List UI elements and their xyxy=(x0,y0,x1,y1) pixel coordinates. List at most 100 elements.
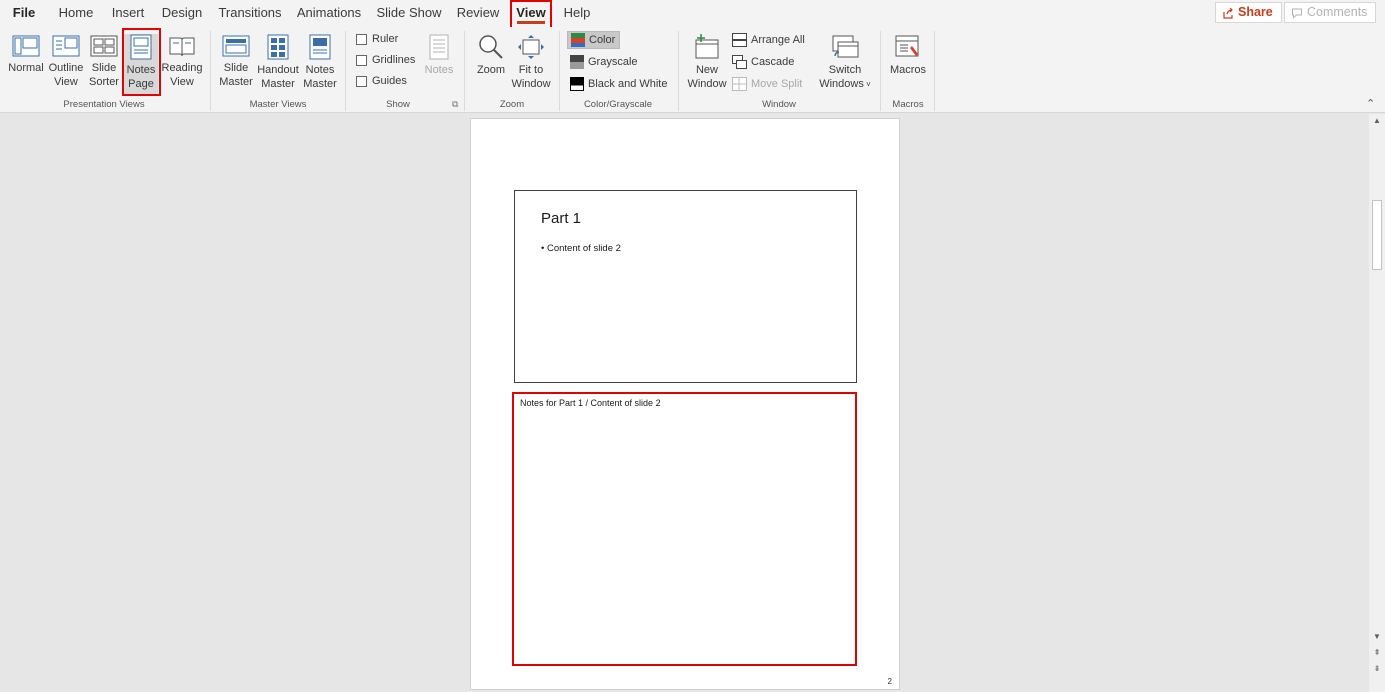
notes-page: Part 1 • Content of slide 2 Notes for Pa… xyxy=(470,118,900,690)
share-button[interactable]: Share xyxy=(1215,2,1282,23)
vertical-scrollbar[interactable]: ▲ ▼ ⇞ ⇟ xyxy=(1369,114,1385,692)
guides-checkbox[interactable]: Guides xyxy=(356,73,407,89)
previous-slide-icon[interactable]: ⇞ xyxy=(1369,646,1385,660)
tab-slide-show[interactable]: Slide Show xyxy=(372,0,446,27)
editing-canvas: Part 1 • Content of slide 2 Notes for Pa… xyxy=(0,114,1369,692)
notes-page-label-2: Page xyxy=(128,78,154,90)
switch-windows-label-2: Windows ˅ xyxy=(816,77,874,92)
cascade-button[interactable]: Cascade xyxy=(729,53,797,71)
switch-windows-icon xyxy=(832,35,859,58)
notes-master-button[interactable]: Notes Master xyxy=(300,34,340,91)
macros-icon xyxy=(895,35,919,57)
arrange-all-button[interactable]: Arrange All xyxy=(729,31,808,49)
handout-master-button[interactable]: Handout Master xyxy=(256,34,300,91)
ruler-label: Ruler xyxy=(372,33,399,45)
notes-toggle-button[interactable]: Notes xyxy=(420,34,458,77)
reading-view-button[interactable]: Reading View xyxy=(160,34,204,89)
notes-master-icon xyxy=(309,34,331,60)
switch-windows-button[interactable]: Switch Windows ˅ xyxy=(816,34,874,92)
scroll-up-arrow-icon[interactable]: ▲ xyxy=(1369,114,1385,128)
new-window-icon xyxy=(695,34,719,59)
master-views-group-label: Master Views xyxy=(249,99,307,110)
slide-master-label-1: Slide xyxy=(223,62,249,74)
sorter-label-1: Slide xyxy=(91,62,117,74)
black-and-white-button[interactable]: Black and White xyxy=(567,75,670,93)
slide-thumbnail[interactable]: Part 1 • Content of slide 2 xyxy=(514,190,857,383)
tab-view[interactable]: View xyxy=(511,0,551,27)
notes-toggle-label: Notes xyxy=(424,64,454,76)
scrollbar-thumb[interactable] xyxy=(1372,200,1382,270)
switch-windows-label-2-text: Windows xyxy=(819,78,864,90)
normal-view-button[interactable]: Normal xyxy=(6,34,46,75)
gridlines-checkbox[interactable]: Gridlines xyxy=(356,52,415,68)
comment-icon xyxy=(1292,8,1302,19)
black-and-white-icon xyxy=(570,77,584,91)
tab-insert[interactable]: Insert xyxy=(106,0,150,27)
slide-master-icon xyxy=(222,35,250,57)
scroll-down-arrow-icon[interactable]: ▼ xyxy=(1369,630,1385,644)
macros-button[interactable]: Macros xyxy=(886,34,930,77)
zoom-label: Zoom xyxy=(476,64,506,76)
group-divider xyxy=(210,31,211,111)
page-number: 2 xyxy=(887,677,892,686)
notes-placeholder[interactable]: Notes for Part 1 / Content of slide 2 xyxy=(512,392,857,666)
comments-button[interactable]: Comments xyxy=(1284,2,1377,23)
collapse-ribbon-icon[interactable]: ⌃ xyxy=(1366,97,1375,110)
macros-label: Macros xyxy=(889,64,927,76)
show-group-label: Show xyxy=(386,99,410,110)
new-window-label-2: Window xyxy=(687,78,727,90)
tab-help[interactable]: Help xyxy=(558,0,596,27)
color-grayscale-group-label: Color/Grayscale xyxy=(583,99,653,110)
arrange-all-icon xyxy=(732,33,747,47)
group-divider xyxy=(464,31,465,111)
share-label: Share xyxy=(1238,5,1273,19)
color-button[interactable]: Color xyxy=(567,31,620,49)
tab-review[interactable]: Review xyxy=(452,0,504,27)
move-split-button[interactable]: Move Split xyxy=(729,75,805,93)
new-window-button[interactable]: New Window xyxy=(686,34,728,91)
macros-group-label: Macros xyxy=(892,99,924,110)
ruler-checkbox[interactable]: Ruler xyxy=(356,31,398,47)
slide-sorter-button[interactable]: Slide Sorter xyxy=(86,34,122,89)
normal-label: Normal xyxy=(8,62,44,74)
arrange-all-label: Arrange All xyxy=(751,34,805,46)
zoom-group-label: Zoom xyxy=(499,99,525,110)
show-dialog-launcher-icon[interactable]: ⧉ xyxy=(452,99,458,110)
fit-label-1: Fit to xyxy=(518,64,544,76)
fit-to-window-button[interactable]: Fit to Window xyxy=(508,34,554,91)
tab-animations[interactable]: Animations xyxy=(292,0,366,27)
handout-master-label-2: Master xyxy=(261,78,295,90)
new-window-label-1: New xyxy=(695,64,718,76)
notes-master-label-1: Notes xyxy=(305,64,335,76)
notes-text[interactable]: Notes for Part 1 / Content of slide 2 xyxy=(520,398,661,408)
next-slide-icon[interactable]: ⇟ xyxy=(1369,662,1385,676)
reading-label-2: View xyxy=(170,76,194,88)
tab-design[interactable]: Design xyxy=(156,0,208,27)
outline-view-button[interactable]: Outline View xyxy=(46,34,86,89)
reading-view-icon xyxy=(169,37,195,57)
cascade-label: Cascade xyxy=(751,56,795,68)
reading-label-1: Reading xyxy=(161,62,203,74)
notes-page-icon xyxy=(130,34,152,60)
tab-home[interactable]: Home xyxy=(52,0,100,27)
fit-label-2: Window xyxy=(511,78,551,90)
move-split-icon xyxy=(732,77,747,91)
switch-windows-label-1: Switch xyxy=(828,64,862,76)
tab-transitions[interactable]: Transitions xyxy=(214,0,286,27)
notes-page-button[interactable]: Notes Page xyxy=(124,34,158,94)
normal-view-icon xyxy=(12,35,40,57)
slide-master-button[interactable]: Slide Master xyxy=(216,34,256,89)
move-split-label: Move Split xyxy=(751,78,803,90)
slide-sorter-icon xyxy=(90,35,118,57)
outline-view-icon xyxy=(52,35,80,57)
comments-label: Comments xyxy=(1307,5,1368,19)
slide-master-label-2: Master xyxy=(219,76,253,88)
group-divider xyxy=(345,31,346,111)
tab-file[interactable]: File xyxy=(6,0,42,27)
grayscale-button[interactable]: Grayscale xyxy=(567,53,641,71)
share-icon xyxy=(1223,7,1233,19)
zoom-button[interactable]: Zoom xyxy=(472,34,510,77)
group-divider xyxy=(880,31,881,111)
guides-label: Guides xyxy=(372,75,407,87)
grayscale-icon xyxy=(570,55,584,69)
